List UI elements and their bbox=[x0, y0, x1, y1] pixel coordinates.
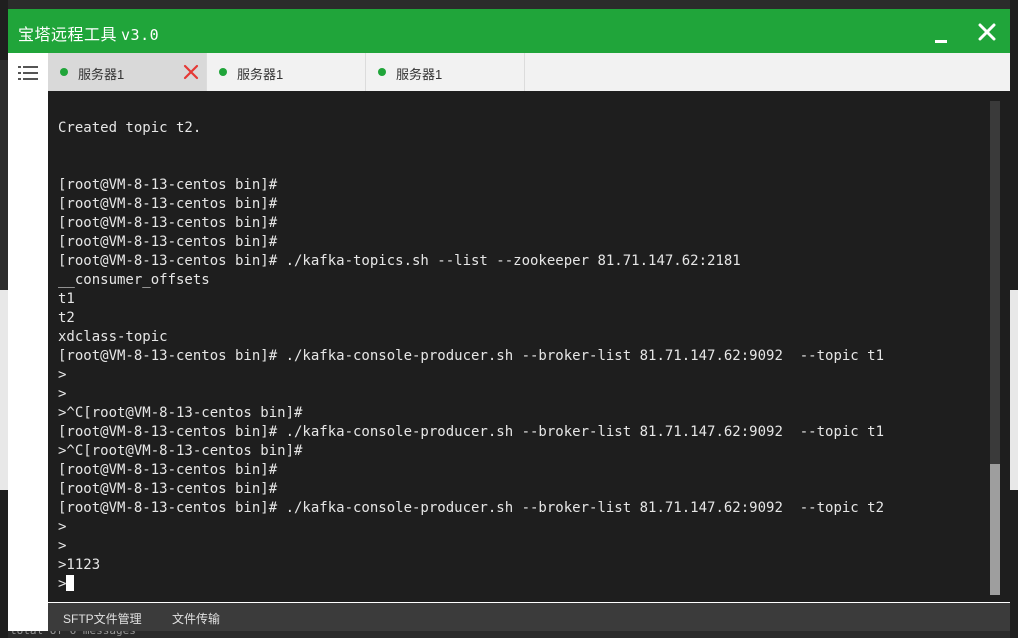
tab-server-3[interactable]: 服务器1 bbox=[366, 53, 525, 91]
background-left-panel bbox=[0, 60, 8, 290]
terminal-line: >1123 bbox=[58, 557, 101, 573]
minimize-button[interactable] bbox=[926, 17, 956, 47]
tab-label: 服务器1 bbox=[78, 67, 125, 82]
sftp-manager-button[interactable]: SFTP文件管理 bbox=[63, 610, 142, 627]
sidebar bbox=[8, 53, 48, 631]
app-title: 宝塔远程工具 bbox=[18, 25, 118, 44]
terminal-line: [root@VM-8-13-centos bin]# bbox=[58, 215, 278, 231]
terminal-line: > bbox=[58, 519, 67, 535]
tab-label: 服务器1 bbox=[396, 67, 443, 82]
close-icon bbox=[978, 23, 996, 41]
tab-label: 服务器1 bbox=[237, 67, 284, 82]
file-transfer-button[interactable]: 文件传输 bbox=[172, 610, 220, 627]
terminal-line: __consumer_offsets bbox=[58, 272, 210, 288]
terminal-line: >^C[root@VM-8-13-centos bin]# bbox=[58, 405, 303, 421]
title-bar[interactable]: 宝塔远程工具 v3.0 bbox=[8, 9, 1010, 53]
window-title: 宝塔远程工具 v3.0 bbox=[18, 21, 159, 45]
status-dot bbox=[60, 68, 68, 76]
terminal-line: t2 bbox=[58, 310, 75, 326]
terminal-line: Created topic t2. bbox=[58, 120, 202, 136]
terminal-output[interactable]: Created topic t2. [root@VM-8-13-centos b… bbox=[58, 119, 884, 594]
terminal-lines: Created topic t2. [root@VM-8-13-centos b… bbox=[58, 120, 884, 573]
background-right-window bbox=[1010, 290, 1018, 490]
terminal-pane[interactable]: Created topic t2. [root@VM-8-13-centos b… bbox=[48, 91, 1010, 602]
terminal-line: [root@VM-8-13-centos bin]# ./kafka-conso… bbox=[58, 424, 885, 440]
app-version: v3.0 bbox=[121, 26, 160, 44]
session-tabs: 服务器1 服务器1 服务器1 bbox=[48, 53, 1010, 92]
terminal-line: > bbox=[58, 367, 67, 383]
terminal-cursor bbox=[66, 575, 75, 591]
background-left-window bbox=[0, 290, 8, 490]
terminal-line: t1 bbox=[58, 291, 75, 307]
tab-server-1[interactable]: 服务器1 bbox=[48, 53, 207, 91]
terminal-line: [root@VM-8-13-centos bin]# bbox=[58, 196, 278, 212]
terminal-line: [root@VM-8-13-centos bin]# bbox=[58, 481, 278, 497]
hamburger-icon bbox=[18, 66, 38, 80]
terminal-prompt: > bbox=[58, 576, 67, 592]
terminal-line: [root@VM-8-13-centos bin]# ./kafka-conso… bbox=[58, 348, 885, 364]
tab-close-icon bbox=[183, 64, 199, 80]
terminal-line: >^C[root@VM-8-13-centos bin]# bbox=[58, 443, 303, 459]
menu-button[interactable] bbox=[18, 65, 38, 81]
bottom-toolbar: SFTP文件管理 文件传输 bbox=[48, 603, 1010, 631]
terminal-line: > bbox=[58, 386, 67, 402]
terminal-line: [root@VM-8-13-centos bin]# ./kafka-conso… bbox=[58, 500, 885, 516]
terminal-line: xdclass-topic bbox=[58, 329, 168, 345]
terminal-line: [root@VM-8-13-centos bin]# bbox=[58, 234, 278, 250]
tab-close-button[interactable] bbox=[183, 64, 199, 80]
tab-server-2[interactable]: 服务器1 bbox=[207, 53, 366, 91]
close-button[interactable] bbox=[972, 17, 1002, 47]
terminal-line: [root@VM-8-13-centos bin]# bbox=[58, 177, 278, 193]
terminal-line: > bbox=[58, 538, 67, 554]
terminal-scrollbar[interactable] bbox=[990, 101, 1000, 595]
terminal-line: [root@VM-8-13-centos bin]# ./kafka-topic… bbox=[58, 253, 741, 269]
status-dot bbox=[378, 68, 386, 76]
scrollbar-thumb[interactable] bbox=[990, 464, 1000, 595]
terminal-line: [root@VM-8-13-centos bin]# bbox=[58, 462, 278, 478]
remote-tool-window: 宝塔远程工具 v3.0 服务器1 服务器1 服务器1 Created topic… bbox=[8, 9, 1010, 631]
status-dot bbox=[219, 68, 227, 76]
